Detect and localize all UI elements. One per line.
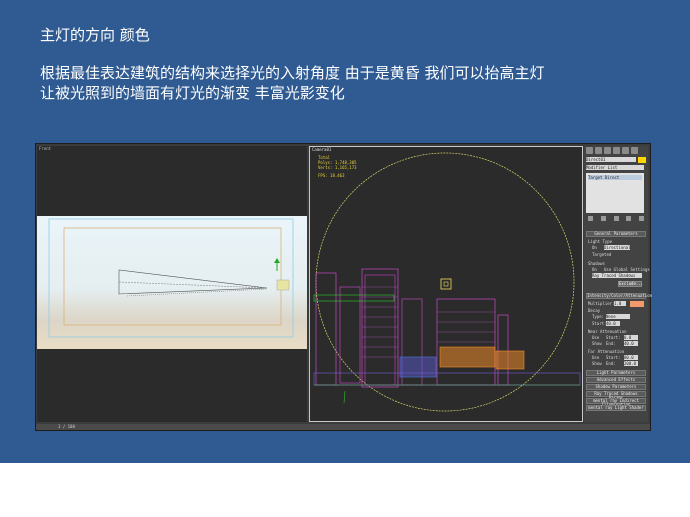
stat-verts: Verts: 1,165,173 — [318, 165, 357, 170]
rollout-light-parameters[interactable]: Light Parameters — [586, 370, 646, 376]
near-end-spinner[interactable]: 40.0 — [624, 341, 638, 346]
camera-viewport[interactable]: Camera01 Total Polys: 1,748,305 Verts: 1… — [309, 146, 583, 422]
stat-fps: FPS: 18.463 — [318, 173, 345, 178]
rollout-general-parameters[interactable]: General Parameters — [586, 231, 646, 237]
light-color-swatch[interactable] — [630, 301, 644, 307]
decay-start-label: Start: — [592, 321, 607, 326]
modifier-stack[interactable]: Target Direct — [586, 173, 644, 213]
far-use-checkbox[interactable]: Use — [592, 355, 599, 360]
utilities-tab-icon[interactable] — [631, 147, 638, 154]
multiplier-spinner[interactable]: 1.0 — [614, 301, 626, 306]
slide-title: 主灯的方向 颜色 — [40, 26, 150, 44]
hierarchy-tab-icon[interactable] — [604, 147, 611, 154]
far-show-checkbox[interactable]: Show — [592, 361, 602, 366]
near-start-value: 0.0 — [624, 335, 632, 340]
global-settings-checkbox[interactable]: Use Global Settings — [604, 267, 650, 272]
pin-stack-icon[interactable] — [588, 216, 593, 221]
near-end-value: 40.0 — [624, 341, 634, 346]
shadows-on-checkbox[interactable]: On — [592, 267, 597, 272]
decay-start-value: 40.0 — [606, 321, 616, 326]
rollout-indirect-illumination[interactable]: mental ray Indirect Illumination — [586, 398, 646, 407]
near-show-checkbox[interactable]: Show — [592, 341, 602, 346]
light-type-value: Directional — [604, 245, 631, 250]
display-tab-icon[interactable] — [622, 147, 629, 154]
decay-type-value: None — [606, 314, 616, 319]
decay-label: Decay — [588, 308, 601, 313]
create-tab-icon[interactable] — [586, 147, 593, 154]
configure-sets-icon[interactable] — [639, 216, 644, 221]
stats-overlay: Total Polys: 1,748,305 Verts: 1,165,173 … — [318, 155, 357, 178]
far-start-label: Start: — [606, 355, 621, 360]
stack-buttons — [588, 216, 644, 222]
time-slider-text[interactable]: 1 / 100 — [58, 424, 75, 429]
near-start-spinner[interactable]: 0.0 — [624, 335, 638, 340]
modify-tab-icon[interactable] — [595, 147, 602, 154]
city-wireframe — [313, 152, 581, 412]
rollout-light-shader[interactable]: mental ray Light Shader — [586, 405, 646, 411]
multiplier-value: 1.0 — [614, 301, 622, 306]
motion-tab-icon[interactable] — [613, 147, 620, 154]
far-end-label: End: — [606, 361, 616, 366]
rollout-intensity[interactable]: Intensity/Color/Attenuation — [586, 293, 652, 299]
far-start-value: 80.0 — [624, 355, 634, 360]
light-type-label: Light Type — [588, 239, 613, 244]
far-end-value: 200.0 — [624, 361, 637, 366]
light-on-checkbox[interactable]: On — [592, 245, 597, 250]
viewport-wireframe — [48, 218, 294, 338]
shadow-type-value: Ray Traced Shadows — [592, 273, 636, 278]
render-preview — [37, 216, 307, 349]
decay-type-dropdown[interactable]: None — [606, 314, 630, 319]
command-panel: Direct01 Modifier List Target Direct Gen… — [584, 146, 652, 422]
light-type-dropdown[interactable]: Directional — [604, 245, 631, 250]
3d-app-window: Front Camera01 Total Polys: 1,748,305 Ve… — [35, 143, 652, 431]
near-use-checkbox[interactable]: Use — [592, 335, 599, 340]
command-panel-tabs — [586, 147, 646, 155]
make-unique-icon[interactable] — [613, 216, 619, 221]
object-color-swatch[interactable] — [638, 157, 646, 163]
near-atten-label: Near Attenuation — [588, 329, 627, 334]
near-start-label: Start: — [606, 335, 621, 340]
body-line-1: 根据最佳表达建筑的结构来选择光的入射角度 由于是黄昏 我们可以抬高主灯 — [40, 64, 545, 82]
near-end-label: End: — [606, 341, 616, 346]
shadows-label: Shadows — [588, 261, 605, 266]
modifier-list-dropdown[interactable]: Modifier List — [586, 165, 644, 170]
rollout-shadow-parameters[interactable]: Shadow Parameters — [586, 384, 646, 390]
targeted-checkbox[interactable]: Targeted — [592, 252, 611, 257]
decay-start-spinner[interactable]: 40.0 — [606, 321, 620, 326]
status-bar: 1 / 100 — [36, 424, 650, 430]
modifier-list-text: Modifier List — [586, 165, 618, 170]
multiplier-label: Multiplier: — [588, 301, 615, 306]
slide-background: 主灯的方向 颜色 根据最佳表达建筑的结构来选择光的入射角度 由于是黄昏 我们可以… — [0, 0, 690, 463]
far-start-spinner[interactable]: 80.0 — [624, 355, 638, 360]
viewport-label[interactable]: Front — [39, 146, 51, 151]
far-end-spinner[interactable]: 200.0 — [624, 361, 638, 366]
rollout-raytraced-shadows[interactable]: Ray Traced Shadows Params — [586, 391, 646, 400]
exclude-button[interactable]: Exclude... — [618, 281, 643, 287]
body-line-2: 让被光照到的墙面有灯光的渐变 丰富光影变化 — [40, 84, 345, 102]
remove-modifier-icon[interactable] — [626, 216, 632, 221]
stack-item[interactable]: Target Direct — [588, 175, 642, 180]
show-end-result-icon[interactable] — [600, 216, 606, 221]
object-name-field[interactable]: Direct01 — [586, 157, 636, 162]
shadow-type-dropdown[interactable]: Ray Traced Shadows — [592, 273, 642, 278]
far-atten-label: Far Attenuation — [588, 349, 625, 354]
rollout-advanced-effects[interactable]: Advanced Effects — [586, 377, 646, 383]
object-name-text: Direct01 — [586, 157, 606, 162]
viewport-label[interactable]: Camera01 — [312, 147, 331, 152]
slide-body: 根据最佳表达建筑的结构来选择光的入射角度 由于是黄昏 我们可以抬高主灯 让被光照… — [40, 63, 545, 103]
decay-type-label: Type: — [592, 314, 605, 319]
